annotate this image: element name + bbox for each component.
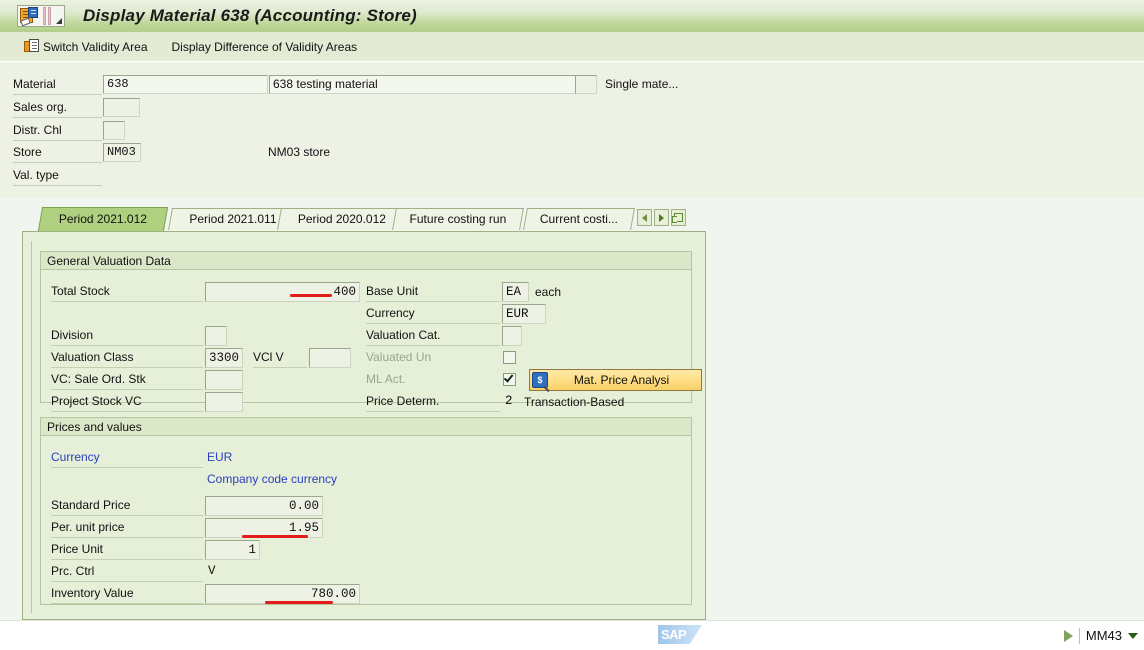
switch-validity-area-label: Switch Validity Area	[43, 39, 148, 54]
material-type-text: Single mate...	[605, 77, 679, 91]
valuation-cat-input[interactable]	[502, 326, 522, 346]
ml-act-checkbox[interactable]	[503, 372, 516, 386]
vc-sale-ord-stk-input[interactable]	[205, 370, 243, 390]
inventory-value-label: Inventory Value	[51, 584, 203, 604]
chevron-left-icon	[642, 213, 647, 222]
prc-ctrl-input[interactable]: V	[205, 562, 221, 582]
company-code-currency-link[interactable]: Company code currency	[207, 472, 337, 486]
price-determ-label: Price Determ.	[366, 392, 500, 412]
tab-list-icon	[672, 213, 683, 223]
sales-org-input[interactable]	[103, 98, 140, 117]
general-valuation-data-group: General Valuation Data Total Stock 400 B…	[40, 251, 702, 412]
vc-sale-ord-stk-label: VC: Sale Ord. Stk	[51, 370, 203, 390]
tab-period-2021-012[interactable]: Period 2021.012	[37, 207, 169, 231]
general-valuation-data-title: General Valuation Data	[41, 252, 691, 270]
icon-corner-marker	[56, 18, 62, 24]
vcl-v-label: VCl V	[253, 348, 307, 368]
prices-and-values-group: Prices and values Currency EUR Company c…	[40, 417, 692, 605]
display-difference-button[interactable]: Display Difference of Validity Areas	[172, 40, 358, 54]
chevron-right-icon	[659, 213, 664, 222]
price-determ-text: Transaction-Based	[524, 395, 625, 409]
play-icon[interactable]	[1063, 629, 1073, 642]
val-type-label: Val. type	[13, 166, 102, 186]
currency-label: Currency	[366, 304, 500, 324]
annotation-underline-per-unit-price	[242, 535, 308, 538]
tab-label: Period 2021.011	[189, 212, 277, 226]
sap-logo: SAP	[658, 625, 702, 644]
valuation-cat-label: Valuation Cat.	[366, 326, 500, 346]
tab-label: Period 2020.012	[297, 212, 386, 226]
currency-value-link[interactable]: EUR	[207, 450, 232, 464]
total-stock-label: Total Stock	[51, 282, 203, 302]
tab-label: Current costi...	[539, 212, 618, 226]
switch-validity-icon	[24, 39, 40, 54]
distr-chl-input[interactable]	[103, 121, 125, 140]
valuated-un-checkbox[interactable]	[503, 351, 516, 364]
mat-price-analysis-label: Mat. Price Analysi	[573, 373, 670, 387]
tab-prev-button[interactable]	[637, 209, 652, 226]
switch-validity-area-button[interactable]: Switch Validity Area	[18, 35, 154, 59]
header-form: Material 638 638 testing material Single…	[0, 63, 1144, 198]
store-label: Store	[13, 143, 102, 163]
store-input[interactable]: NM03	[103, 143, 141, 162]
material-display-icon[interactable]	[17, 5, 65, 27]
prices-and-values-title: Prices and values	[41, 418, 691, 436]
chevron-down-icon[interactable]	[1128, 632, 1138, 639]
material-input[interactable]: 638	[103, 75, 268, 94]
material-glyph	[20, 7, 40, 27]
material-description-input[interactable]: 638 testing material	[269, 75, 594, 94]
transaction-code: MM43	[1085, 628, 1122, 643]
tab-navigation	[637, 209, 686, 226]
annotation-underline-total-stock	[290, 294, 332, 297]
price-unit-label: Price Unit	[51, 540, 203, 560]
division-input[interactable]	[205, 326, 227, 346]
status-divider	[1078, 627, 1080, 644]
valuated-un-label: Valuated Un	[366, 350, 432, 364]
standard-price-input[interactable]: 0.00	[205, 496, 323, 516]
annotation-underline-inventory-value	[265, 601, 333, 604]
status-bar: SAP MM43	[0, 620, 1144, 650]
material-label: Material	[13, 75, 102, 95]
base-unit-label: Base Unit	[366, 282, 500, 302]
price-determ-input[interactable]: 2	[502, 392, 518, 412]
ml-act-label: ML Act.	[366, 372, 406, 386]
tab-label: Period 2021.012	[58, 212, 147, 226]
standard-price-label: Standard Price	[51, 496, 203, 516]
currency-link-label[interactable]: Currency	[51, 448, 203, 468]
tab-next-button[interactable]	[654, 209, 669, 226]
per-unit-price-label: Per. unit price	[51, 518, 203, 538]
prc-ctrl-label: Prc. Ctrl	[51, 562, 203, 582]
tab-content-panel: General Valuation Data Total Stock 400 B…	[22, 231, 706, 620]
content-scroll-area: General Valuation Data Total Stock 400 B…	[31, 241, 702, 613]
vcl-v-input[interactable]	[309, 348, 351, 368]
tab-list-button[interactable]	[671, 209, 686, 226]
distr-chl-label: Distr. Chl	[13, 121, 102, 141]
valuation-class-label: Valuation Class	[51, 348, 203, 368]
title-bar: Display Material 638 (Accounting: Store)	[0, 0, 1144, 32]
status-right-group: MM43	[1063, 627, 1138, 644]
material-type-input[interactable]	[575, 75, 597, 94]
sap-gui-window: Display Material 638 (Accounting: Store)…	[0, 0, 1144, 650]
total-stock-input[interactable]: 400	[205, 282, 360, 302]
mat-price-analysis-button[interactable]: $ Mat. Price Analysi	[529, 369, 702, 391]
tab-period-2020-012[interactable]: Period 2020.012	[277, 208, 407, 230]
tab-label: Future costing run	[409, 212, 507, 226]
check-icon	[503, 372, 514, 383]
project-stock-vc-label: Project Stock VC	[51, 392, 203, 412]
sales-org-label: Sales org.	[13, 98, 102, 118]
price-unit-input[interactable]: 1	[205, 540, 260, 560]
tab-current-costing[interactable]: Current costi...	[523, 208, 635, 230]
store-description-text: NM03 store	[268, 145, 331, 159]
base-unit-input[interactable]: EA	[502, 282, 529, 302]
tab-future-costing-run[interactable]: Future costing run	[392, 208, 524, 230]
division-label: Division	[51, 326, 203, 346]
price-analysis-icon: $	[532, 372, 548, 388]
project-stock-vc-input[interactable]	[205, 392, 243, 412]
page-title: Display Material 638 (Accounting: Store)	[83, 6, 417, 25]
application-toolbar: Switch Validity Area Display Difference …	[0, 32, 1144, 62]
base-unit-text: each	[535, 285, 562, 299]
icon-bars	[43, 6, 53, 26]
currency-input[interactable]: EUR	[502, 304, 546, 324]
valuation-class-input[interactable]: 3300	[205, 348, 243, 368]
